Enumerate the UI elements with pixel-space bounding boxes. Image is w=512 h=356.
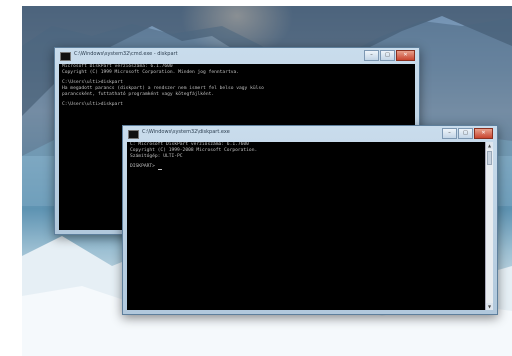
titlebar[interactable]: C:\Windows\system32\diskpart.exe – □ ✕	[123, 126, 497, 142]
prompt-line[interactable]: DISKPART>	[127, 164, 493, 170]
cmd-icon	[60, 52, 71, 61]
close-icon[interactable]: ✕	[396, 50, 415, 61]
titlebar[interactable]: C:\Windows\system32\cmd.exe - diskpart –…	[55, 48, 419, 64]
text-cursor	[157, 169, 162, 170]
prompt: DISKPART>	[130, 164, 158, 169]
scroll-up-icon[interactable]: ▲	[486, 142, 493, 149]
minimize-icon[interactable]: –	[364, 50, 379, 61]
console-line: C:\Users\ulti>diskpart	[62, 102, 123, 107]
scrollbar[interactable]: ▲ ▼	[485, 142, 493, 310]
console-output[interactable]: C: Microsoft DiskPart verziószáma: 6.1.7…	[127, 142, 493, 310]
diskpart-window-front[interactable]: C:\Windows\system32\diskpart.exe – □ ✕ C…	[122, 125, 498, 315]
maximize-icon[interactable]: □	[380, 50, 395, 61]
close-icon[interactable]: ✕	[474, 128, 493, 139]
window-title: C:\Windows\system32\diskpart.exe	[142, 129, 230, 135]
scroll-thumb[interactable]	[487, 151, 492, 165]
window-title: C:\Windows\system32\cmd.exe - diskpart	[74, 51, 178, 57]
maximize-icon[interactable]: □	[458, 128, 473, 139]
minimize-icon[interactable]: –	[442, 128, 457, 139]
cmd-icon	[128, 130, 139, 139]
scroll-down-icon[interactable]: ▼	[486, 303, 493, 310]
